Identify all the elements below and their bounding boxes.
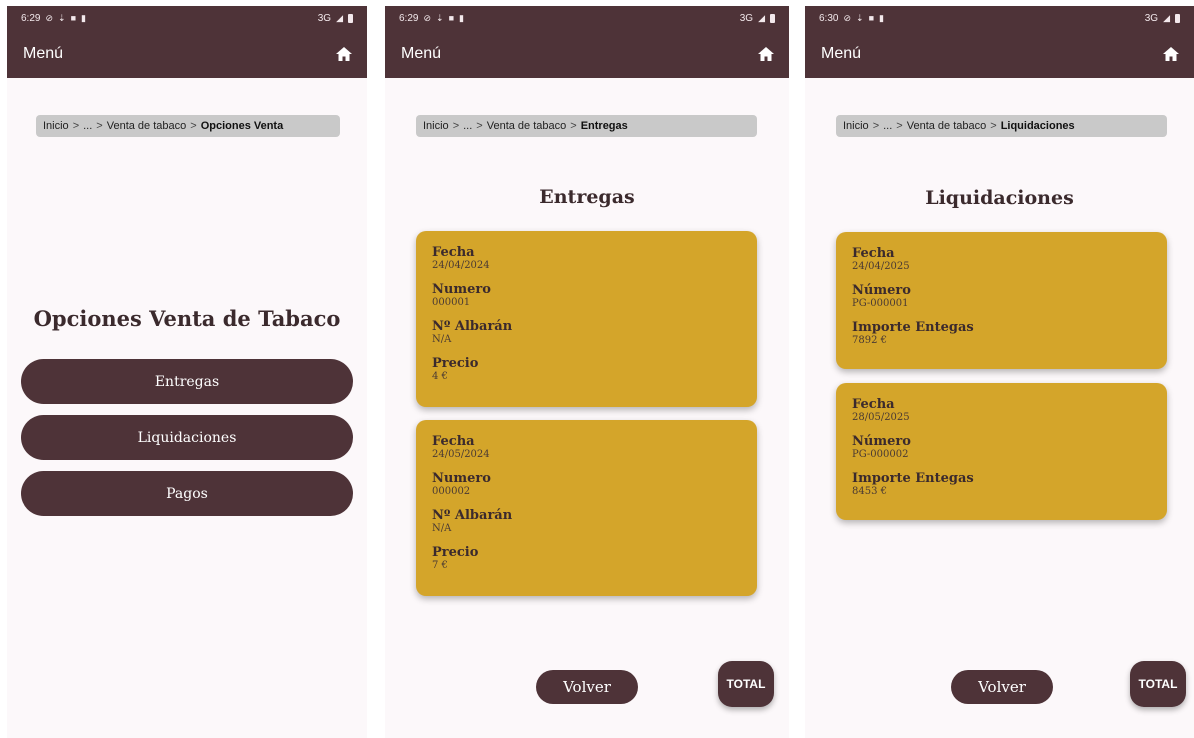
entrega-card[interactable]: Fecha 24/05/2024 Numero 000002 Nº Albará… [416, 420, 757, 596]
status-time: 6:30 [819, 12, 839, 24]
home-icon[interactable] [335, 46, 353, 62]
field-label: Nº Albarán [432, 508, 513, 523]
field-value: 7892 € [852, 335, 887, 346]
field-value: PG-000002 [852, 449, 909, 460]
total-button[interactable]: TOTAL [718, 661, 774, 707]
field-value: 7 € [432, 560, 448, 571]
usb-icon: ⇣ [58, 12, 66, 23]
vpn-icon: ⊘ [423, 12, 432, 23]
vpn-icon: ⊘ [45, 12, 54, 23]
liquidaciones-button[interactable]: Liquidaciones [21, 415, 353, 460]
sim-icon: ▮ [879, 12, 884, 23]
breadcrumb-ellipsis[interactable]: ... [883, 120, 892, 132]
page-title: Opciones Venta de Tabaco [33, 306, 341, 331]
breadcrumb-home[interactable]: Inicio [43, 120, 69, 132]
breadcrumb-section[interactable]: Venta de tabaco [907, 120, 987, 132]
field-label: Nº Albarán [432, 319, 513, 334]
screen-liquidaciones: 6:30 ⊘ ⇣ ■ ▮ 3G ◢ Menú Inicio > ... > Ve… [805, 6, 1194, 738]
menu-button[interactable]: Menú [821, 45, 861, 63]
network-type: 3G [317, 12, 332, 24]
page-title: Entregas [539, 186, 635, 208]
usb-icon: ⇣ [436, 12, 444, 23]
field-label: Importe Entegas [852, 320, 974, 335]
vpn-icon: ⊘ [843, 12, 852, 23]
breadcrumb-home[interactable]: Inicio [843, 120, 869, 132]
breadcrumb: Inicio > ... > Venta de tabaco > Opcione… [36, 115, 340, 137]
screen-entregas: 6:29 ⊘ ⇣ ■ ▮ 3G ◢ Menú Inicio > ... > Ve… [385, 6, 789, 738]
home-icon[interactable] [757, 46, 775, 62]
menu-button[interactable]: Menú [401, 45, 441, 63]
network-type: 3G [739, 12, 754, 24]
status-bar: 6:30 ⊘ ⇣ ■ ▮ 3G ◢ [805, 6, 1194, 30]
field-value: 4 € [432, 371, 448, 382]
field-value: 24/04/2025 [852, 261, 910, 272]
breadcrumb-current: Entregas [580, 120, 628, 132]
field-value: N/A [432, 523, 452, 534]
field-value: PG-000001 [852, 298, 909, 309]
field-label: Número [852, 434, 911, 449]
liquidacion-card[interactable]: Fecha 24/04/2025 Número PG-000001 Import… [836, 232, 1167, 369]
status-time: 6:29 [399, 12, 419, 24]
network-type: 3G [1144, 12, 1159, 24]
status-bar: 6:29 ⊘ ⇣ ■ ▮ 3G ◢ [7, 6, 367, 30]
field-value: 000002 [432, 486, 471, 497]
field-value: 000001 [432, 297, 471, 308]
breadcrumb-ellipsis[interactable]: ... [463, 120, 472, 132]
screen-opciones-venta: 6:29 ⊘ ⇣ ■ ▮ 3G ◢ Menú Inicio > ... > Ve… [7, 6, 367, 738]
notification-icon: ■ [70, 13, 76, 23]
sim-icon: ▮ [81, 12, 86, 23]
breadcrumb-current: Opciones Venta [200, 120, 284, 132]
page-title: Liquidaciones [925, 187, 1074, 209]
pagos-button[interactable]: Pagos [21, 471, 353, 516]
field-label: Número [852, 283, 911, 298]
field-label: Importe Entegas [852, 471, 974, 486]
notification-icon: ■ [868, 13, 874, 23]
signal-icon: ◢ [336, 12, 343, 23]
field-label: Numero [432, 471, 491, 486]
battery-icon [1175, 13, 1180, 23]
app-bar: Menú [805, 30, 1194, 78]
app-bar: Menú [385, 30, 789, 78]
field-value: N/A [432, 334, 452, 345]
field-label: Precio [432, 545, 479, 560]
menu-button[interactable]: Menú [23, 45, 63, 63]
app-bar: Menú [7, 30, 367, 78]
battery-icon [348, 13, 353, 23]
volver-button[interactable]: Volver [536, 670, 638, 704]
field-label: Precio [432, 356, 479, 371]
breadcrumb: Inicio > ... > Venta de tabaco > Entrega… [416, 115, 757, 137]
field-label: Numero [432, 282, 491, 297]
breadcrumb-current: Liquidaciones [1000, 120, 1075, 132]
field-label: Fecha [852, 397, 895, 412]
breadcrumb-home[interactable]: Inicio [423, 120, 449, 132]
status-time: 6:29 [21, 12, 41, 24]
signal-icon: ◢ [1163, 12, 1170, 23]
entregas-button[interactable]: Entregas [21, 359, 353, 404]
status-bar: 6:29 ⊘ ⇣ ■ ▮ 3G ◢ [385, 6, 789, 30]
field-value: 28/05/2025 [852, 412, 910, 423]
volver-button[interactable]: Volver [951, 670, 1053, 704]
notification-icon: ■ [448, 13, 454, 23]
entrega-card[interactable]: Fecha 24/04/2024 Numero 000001 Nº Albará… [416, 231, 757, 407]
usb-icon: ⇣ [856, 12, 864, 23]
breadcrumb: Inicio > ... > Venta de tabaco > Liquida… [836, 115, 1167, 137]
breadcrumb-ellipsis[interactable]: ... [83, 120, 92, 132]
field-value: 24/05/2024 [432, 449, 490, 460]
field-value: 24/04/2024 [432, 260, 490, 271]
field-value: 8453 € [852, 486, 887, 497]
signal-icon: ◢ [758, 12, 765, 23]
total-button[interactable]: TOTAL [1130, 661, 1186, 707]
breadcrumb-section[interactable]: Venta de tabaco [487, 120, 567, 132]
field-label: Fecha [432, 434, 475, 449]
sim-icon: ▮ [459, 12, 464, 23]
field-label: Fecha [852, 246, 895, 261]
liquidacion-card[interactable]: Fecha 28/05/2025 Número PG-000002 Import… [836, 383, 1167, 520]
home-icon[interactable] [1162, 46, 1180, 62]
field-label: Fecha [432, 245, 475, 260]
battery-icon [770, 13, 775, 23]
breadcrumb-section[interactable]: Venta de tabaco [107, 120, 187, 132]
